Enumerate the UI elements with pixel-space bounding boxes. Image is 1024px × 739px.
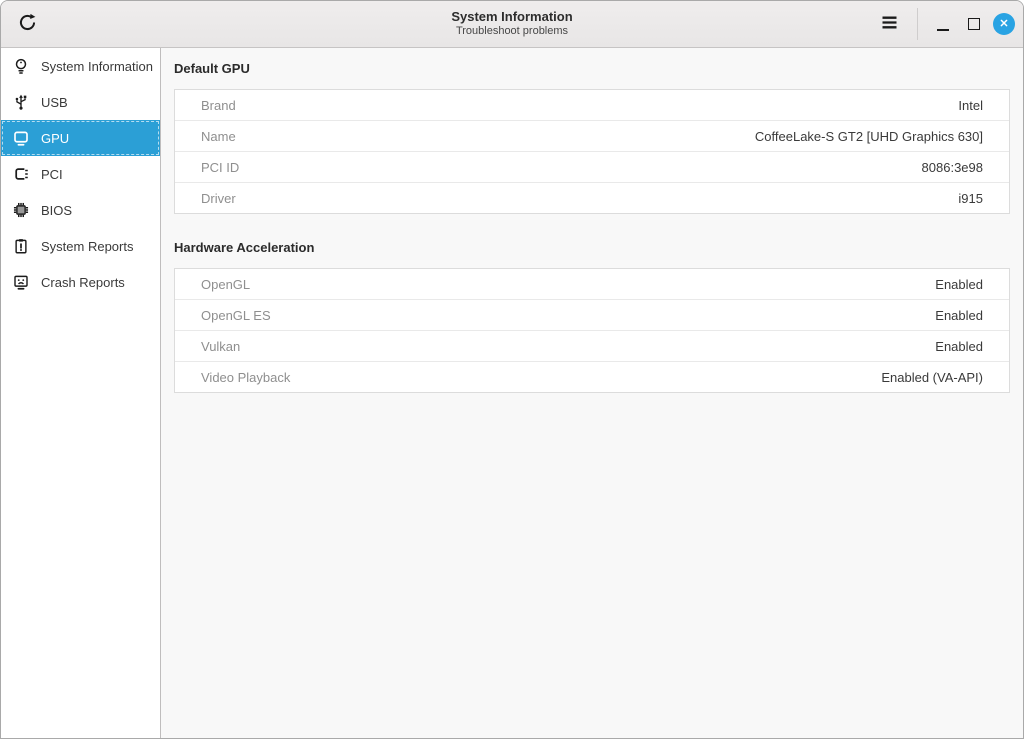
- titlebar-separator: [917, 8, 918, 40]
- row-value: Enabled: [935, 277, 983, 292]
- row-value: 8086:3e98: [922, 160, 983, 175]
- pci-card-icon: [11, 164, 31, 184]
- row-label: Driver: [201, 191, 236, 206]
- titlebar: System Information Troubleshoot problems: [1, 1, 1023, 48]
- app-window: System Information Troubleshoot problems: [0, 0, 1024, 739]
- section-title: Hardware Acceleration: [174, 240, 1010, 255]
- sidebar-item-pci[interactable]: PCI: [1, 156, 160, 192]
- minimize-button[interactable]: [931, 12, 955, 36]
- row-label: OpenGL: [201, 277, 250, 292]
- row-label: Video Playback: [201, 370, 290, 385]
- row-value: Enabled (VA-API): [881, 370, 983, 385]
- refresh-button[interactable]: [14, 11, 40, 37]
- row-label: Brand: [201, 98, 236, 113]
- maximize-button[interactable]: [962, 12, 986, 36]
- row-value: Enabled: [935, 339, 983, 354]
- table-row: Video Playback Enabled (VA-API): [175, 361, 1009, 392]
- sidebar-item-crash-reports[interactable]: Crash Reports: [1, 264, 160, 300]
- row-value: i915: [958, 191, 983, 206]
- minimize-icon: [937, 29, 949, 31]
- window-subtitle: Troubleshoot problems: [451, 25, 572, 39]
- sidebar-item-label: System Reports: [41, 239, 133, 254]
- row-label: PCI ID: [201, 160, 239, 175]
- clipboard-icon: [11, 236, 31, 256]
- window-title: System Information: [451, 9, 572, 25]
- menu-icon: [879, 12, 900, 36]
- menu-button[interactable]: [877, 12, 901, 36]
- sidebar-item-gpu[interactable]: GPU: [1, 120, 160, 156]
- usb-icon: [11, 92, 31, 112]
- section-hardware-acceleration: Hardware AccelerationOpenGLEnabledOpenGL…: [174, 240, 1010, 393]
- close-button[interactable]: [993, 13, 1015, 35]
- sidebar-item-label: BIOS: [41, 203, 72, 218]
- sidebar-item-label: Crash Reports: [41, 275, 125, 290]
- titlebar-title-block: System Information Troubleshoot problems: [451, 9, 572, 39]
- row-label: OpenGL ES: [201, 308, 271, 323]
- titlebar-controls: [877, 1, 1015, 47]
- sidebar: System Information USB GPU PCI BIOS System Re…: [1, 48, 161, 738]
- table-row: Vulkan Enabled: [175, 330, 1009, 361]
- monitor-icon: [11, 128, 31, 148]
- sidebar-item-bios[interactable]: BIOS: [1, 192, 160, 228]
- row-value: CoffeeLake-S GT2 [UHD Graphics 630]: [755, 129, 983, 144]
- table-row: Name CoffeeLake-S GT2 [UHD Graphics 630]: [175, 120, 1009, 151]
- row-value: Intel: [958, 98, 983, 113]
- info-table: Brand Intel Name CoffeeLake-S GT2 [UHD Grap…: [174, 89, 1010, 214]
- table-row: OpenGL ES Enabled: [175, 299, 1009, 330]
- sidebar-item-usb[interactable]: USB: [1, 84, 160, 120]
- maximize-icon: [968, 18, 980, 30]
- sidebar-item-label: USB: [41, 95, 68, 110]
- sidebar-item-system-information[interactable]: System Information: [1, 48, 160, 84]
- sidebar-item-system-reports[interactable]: System Reports: [1, 228, 160, 264]
- table-row: PCI ID 8086:3e98: [175, 151, 1009, 182]
- row-label: Name: [201, 129, 236, 144]
- section-title: Default GPU: [174, 61, 1010, 76]
- table-row: Brand Intel: [175, 90, 1009, 120]
- content-pane: Default GPU Brand Intel Name CoffeeLake-S GT…: [162, 48, 1023, 738]
- sidebar-item-label: System Information: [41, 59, 153, 74]
- chip-icon: [11, 200, 31, 220]
- sidebar-item-label: PCI: [41, 167, 63, 182]
- lightbulb-icon: [11, 56, 31, 76]
- section-default-gpu: Default GPU Brand Intel Name CoffeeLake-S GT…: [174, 61, 1010, 214]
- refresh-icon: [17, 12, 38, 36]
- row-label: Vulkan: [201, 339, 240, 354]
- sidebar-item-label: GPU: [41, 131, 69, 146]
- crash-icon: [11, 272, 31, 292]
- close-icon: [997, 16, 1011, 33]
- table-row: Driver i915: [175, 182, 1009, 213]
- table-row: OpenGL Enabled: [175, 269, 1009, 299]
- info-table: OpenGL Enabled OpenGL ES Enabled Vulkan Enabl…: [174, 268, 1010, 393]
- row-value: Enabled: [935, 308, 983, 323]
